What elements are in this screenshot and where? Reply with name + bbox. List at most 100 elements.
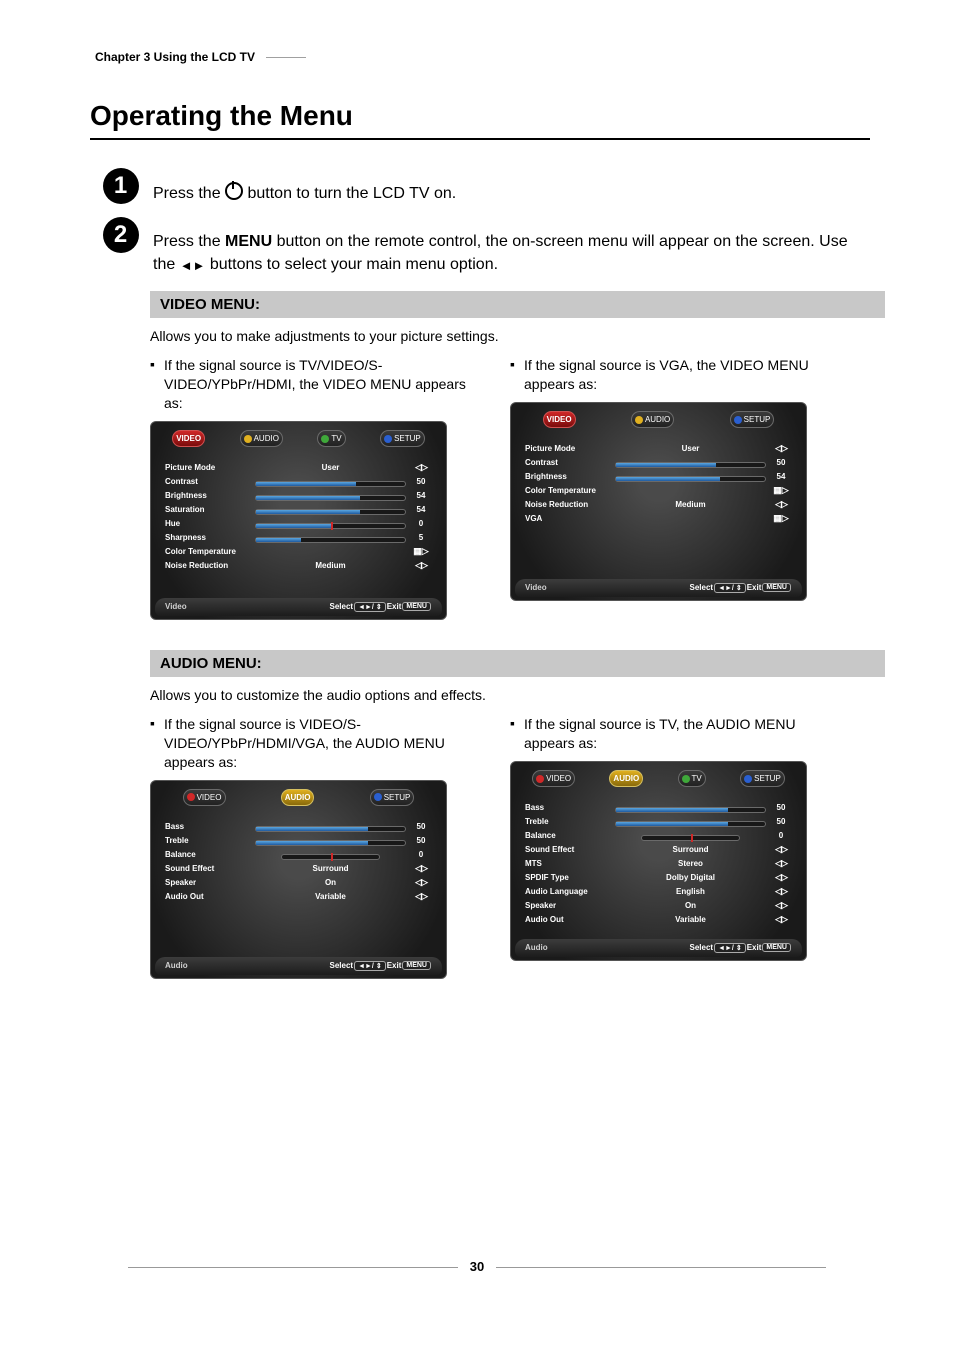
osd-row[interactable]: Audio LanguageEnglish◁▷ [525, 885, 792, 899]
osd-row[interactable]: Audio OutVariable◁▷ [165, 890, 432, 904]
bullet-icon: ▪ [150, 715, 164, 731]
slider-track [255, 840, 406, 846]
osd-row[interactable]: Sharpness5 [165, 531, 432, 545]
left-right-arrow-icon: ◁▷ [775, 844, 787, 854]
osd-row[interactable]: MTSStereo◁▷ [525, 857, 792, 871]
osd-slider[interactable] [251, 491, 410, 501]
step-2-circle: 2 [103, 217, 139, 253]
osd-tab-tv[interactable]: TV [678, 770, 706, 787]
osd-tab-audio[interactable]: AUDIO [609, 770, 643, 787]
osd-tab-tv[interactable]: TV [317, 430, 345, 447]
osd-footer-select-label: Select [330, 602, 354, 611]
osd-row[interactable]: Brightness54 [165, 489, 432, 503]
slider-fill [256, 496, 360, 500]
osd-slider[interactable] [251, 850, 410, 860]
osd-slider[interactable] [611, 831, 770, 841]
osd-tab-audio[interactable]: AUDIO [240, 430, 283, 447]
bullet-icon: ▪ [510, 715, 524, 731]
osd-row[interactable]: SPDIF TypeDolby Digital◁▷ [525, 871, 792, 885]
osd-slider[interactable] [251, 519, 410, 529]
osd-audio-tv: VIDEOAUDIOTVSETUPBass50Treble50Balance0S… [510, 761, 807, 961]
osd-body: Bass50Treble50Balance0Sound EffectSurrou… [151, 810, 446, 951]
osd-slider[interactable] [611, 817, 770, 827]
osd-row[interactable]: Saturation54 [165, 503, 432, 517]
slider-track [615, 807, 766, 813]
osd-row-label: Saturation [165, 505, 251, 514]
osd-row-ctrl: ◁▷ [770, 900, 792, 911]
osd-tab-audio[interactable]: AUDIO [631, 411, 674, 428]
step-2-c: buttons to select your main menu option. [210, 256, 498, 273]
step-2-number: 2 [88, 217, 153, 253]
osd-slider[interactable] [251, 477, 410, 487]
osd-tab-setup[interactable]: SETUP [370, 789, 415, 806]
osd-tab-label: AUDIO [613, 774, 639, 783]
osd-row[interactable]: SpeakerOn◁▷ [525, 899, 792, 913]
osd-row-value: 5 [410, 533, 432, 542]
osd-row[interactable]: Noise ReductionMedium◁▷ [165, 559, 432, 573]
osd-footer-exit-label: Exit [387, 961, 402, 970]
osd-slider[interactable] [611, 803, 770, 813]
osd-slider[interactable] [251, 533, 410, 543]
osd-tab-setup[interactable]: SETUP [380, 430, 425, 447]
osd-row[interactable]: Color Temperature▦▷ [525, 484, 792, 498]
left-right-arrow-icon: ◁▷ [775, 499, 787, 509]
osd-row-label: Contrast [525, 458, 611, 467]
osd-slider[interactable] [251, 822, 410, 832]
osd-row-ctrl: ◁▷ [410, 560, 432, 571]
osd-row[interactable]: VGA▦▷ [525, 512, 792, 526]
step-2-text: Press the MENU button on the remote cont… [153, 217, 954, 277]
osd-row[interactable]: Bass50 [165, 820, 432, 834]
osd-tab-setup[interactable]: SETUP [730, 411, 775, 428]
chapter-header: Chapter 3 Using the LCD TV [95, 50, 954, 70]
osd-row[interactable]: Contrast50 [525, 456, 792, 470]
osd-tab-label: AUDIO [645, 415, 670, 424]
video-right-bullet-text: If the signal source is VGA, the VIDEO M… [524, 356, 870, 394]
osd-row-value: On [251, 878, 410, 888]
osd-slider[interactable] [611, 472, 770, 482]
osd-row[interactable]: Contrast50 [165, 475, 432, 489]
osd-row[interactable]: Noise ReductionMedium◁▷ [525, 498, 792, 512]
osd-row[interactable]: Brightness54 [525, 470, 792, 484]
osd-row-label: Contrast [165, 477, 251, 486]
osd-row[interactable]: Balance0 [165, 848, 432, 862]
osd-row[interactable]: Sound EffectSurround◁▷ [525, 843, 792, 857]
video-left-bullet: ▪ If the signal source is TV/VIDEO/S-VID… [150, 356, 510, 413]
osd-row[interactable]: Sound EffectSurround◁▷ [165, 862, 432, 876]
osd-row[interactable]: Picture ModeUser◁▷ [165, 461, 432, 475]
osd-tab-video[interactable]: VIDEO [183, 789, 226, 806]
osd-tab-video[interactable]: VIDEO [172, 430, 205, 447]
video-menu-desc: Allows you to make adjustments to your p… [150, 328, 870, 344]
osd-row-value: Variable [611, 915, 770, 925]
osd-tab-video[interactable]: VIDEO [532, 770, 575, 787]
osd-row-value: Dolby Digital [611, 873, 770, 883]
osd-slider[interactable] [251, 505, 410, 515]
osd-row-label: Sound Effect [525, 845, 611, 854]
slider-fill [256, 482, 356, 486]
osd-tab-audio[interactable]: AUDIO [281, 789, 315, 806]
osd-row[interactable]: SpeakerOn◁▷ [165, 876, 432, 890]
osd-row-value: 54 [410, 491, 432, 500]
osd-tab-video[interactable]: VIDEO [543, 411, 576, 428]
osd-tab-bar: VIDEO AUDIO TV SETUP [151, 422, 446, 451]
osd-slider[interactable] [611, 458, 770, 468]
osd-slider[interactable] [251, 836, 410, 846]
osd-footer-exit-label: Exit [747, 943, 762, 952]
osd-row-value: Medium [251, 561, 410, 571]
osd-row[interactable]: Color Temperature▦▷ [165, 545, 432, 559]
osd-footer-exit-label: Exit [747, 583, 762, 592]
osd-row[interactable]: Balance0 [525, 829, 792, 843]
osd-row[interactable]: Hue0 [165, 517, 432, 531]
slider-fill [256, 841, 368, 845]
osd-footer: VideoSelect◄►/ ⇕ ExitMENU [155, 598, 442, 616]
osd-row[interactable]: Picture ModeUser◁▷ [525, 442, 792, 456]
osd-row[interactable]: Audio OutVariable◁▷ [525, 913, 792, 927]
osd-row[interactable]: Treble50 [165, 834, 432, 848]
osd-row[interactable]: Bass50 [525, 801, 792, 815]
osd-row-label: Speaker [525, 901, 611, 910]
osd-footer-title: Audio [165, 961, 330, 970]
page-number: 30 [0, 1259, 954, 1274]
audio-right-bullet-text: If the signal source is TV, the AUDIO ME… [524, 715, 870, 753]
osd-row-label: MTS [525, 859, 611, 868]
osd-tab-setup[interactable]: SETUP [740, 770, 785, 787]
osd-row[interactable]: Treble50 [525, 815, 792, 829]
